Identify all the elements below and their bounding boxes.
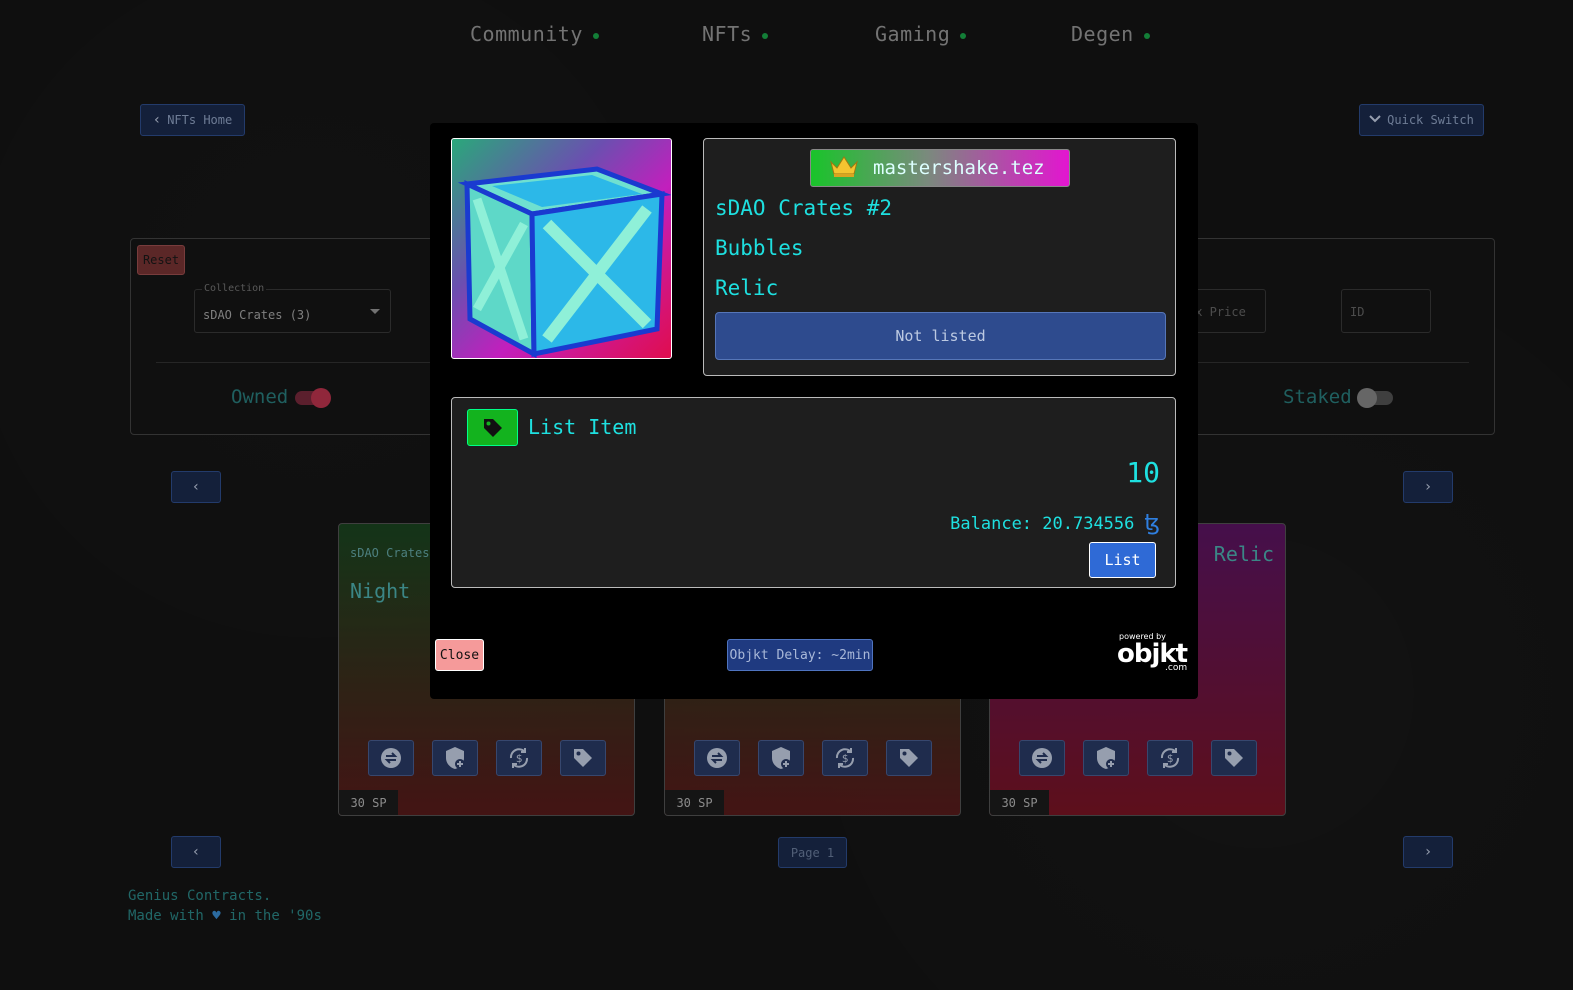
close-button[interactable]: Close (435, 639, 484, 671)
nft-info-panel: mastershake.tez sDAO Crates #2 Bubbles R… (703, 138, 1176, 376)
list-item-title: List Item (528, 415, 637, 439)
nft-title: sDAO Crates #2 (715, 196, 893, 220)
nft-detail-modal: mastershake.tez sDAO Crates #2 Bubbles R… (430, 123, 1198, 699)
balance-display: Balance: 20.734556 ꜩ (950, 511, 1160, 536)
nft-trait: Bubbles (715, 236, 804, 260)
nft-rarity: Relic (715, 276, 779, 300)
owner-badge[interactable]: mastershake.tez (810, 149, 1070, 187)
tag-icon (483, 418, 502, 437)
crate-icon (457, 166, 671, 358)
listing-status: Not listed (715, 312, 1166, 360)
price-input[interactable]: 10 (1126, 456, 1160, 489)
objkt-delay-badge[interactable]: Objkt Delay: ~2min (727, 639, 873, 671)
balance-text: Balance: 20.734556 (950, 513, 1135, 534)
tag-icon-badge (467, 409, 518, 446)
list-button[interactable]: List (1089, 542, 1156, 578)
owner-name: mastershake.tez (873, 157, 1045, 179)
nft-image (451, 138, 672, 359)
crown-icon (829, 154, 859, 183)
list-item-panel: List Item 10 Balance: 20.734556 ꜩ List (451, 397, 1176, 588)
objkt-logo[interactable]: powered by objkt .com (1117, 632, 1188, 673)
tezos-icon: ꜩ (1144, 511, 1160, 536)
